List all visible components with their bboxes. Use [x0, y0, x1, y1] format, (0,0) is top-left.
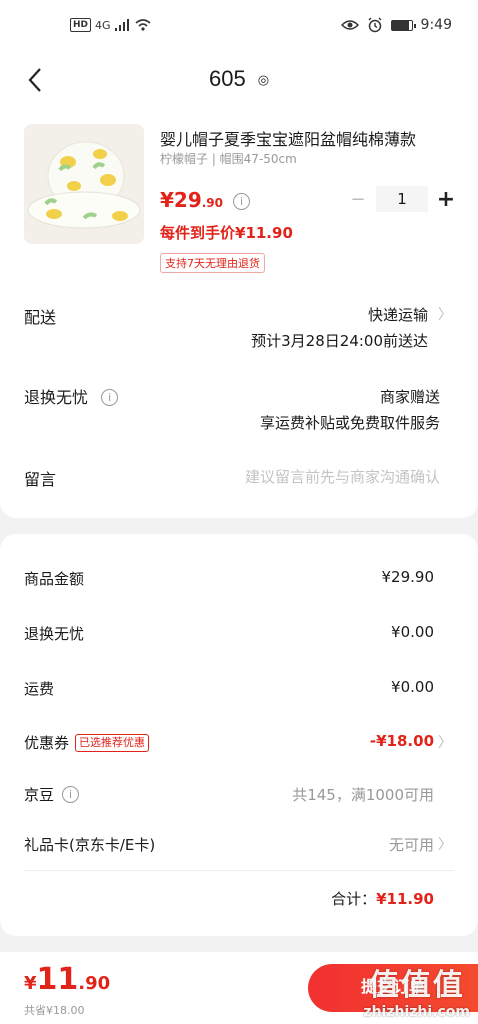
status-right: 9:49: [340, 17, 452, 33]
checkout-bar: ¥11.90 共省¥18.00 提交订单 值值值 zhizhizhi.com: [0, 952, 478, 1024]
payable-amount: ¥11.90: [24, 962, 110, 997]
plus-icon[interactable]: +: [434, 187, 458, 212]
info-icon[interactable]: i: [101, 389, 119, 406]
alarm-icon: [368, 17, 382, 33]
goods-amount-label: 商品金额: [24, 570, 85, 588]
wifi-icon: [135, 19, 151, 31]
return-policy-tag: 支持7天无理由退货: [160, 253, 265, 273]
price-integer: ¥29: [160, 188, 202, 212]
return-fee-label: 退换无忧: [24, 625, 85, 643]
delivery-eta: 预计3月28日24:00前送达: [251, 332, 428, 350]
status-time: 9:49: [420, 17, 452, 33]
return-service-text: 退换无忧: [24, 388, 89, 407]
coupon-tag: 已选推荐优惠: [75, 734, 150, 752]
jingdou-row: 京豆 i: [24, 784, 80, 805]
product-thumbnail[interactable]: [24, 124, 144, 244]
delivery-label: 配送: [24, 308, 57, 327]
quantity-input[interactable]: 1: [376, 186, 428, 212]
submit-order-button[interactable]: 提交订单: [308, 964, 478, 1012]
address-label: 605: [208, 66, 246, 91]
battery-icon: [390, 19, 416, 31]
chevron-right-icon[interactable]: 〉: [438, 732, 452, 752]
info-icon[interactable]: i: [62, 786, 80, 803]
product-spec[interactable]: 柠檬帽子 | 帽围47-50cm: [160, 150, 297, 167]
coupon-label: 优惠券: [24, 734, 70, 752]
giftcard-value[interactable]: 无可用: [389, 834, 434, 855]
total-label: 合计：: [331, 890, 377, 908]
currency-symbol: ¥: [24, 973, 37, 994]
info-icon[interactable]: i: [233, 193, 251, 210]
address-title[interactable]: 605 ◎: [0, 66, 478, 92]
jingdou-label: 京豆: [24, 786, 55, 804]
return-service-desc: 享运费补贴或免费取件服务: [259, 414, 440, 432]
jingdou-value: 共145，满1000可用: [292, 786, 434, 804]
network-label: 4G: [95, 18, 111, 32]
signal-icon: [114, 19, 129, 31]
delivery-method[interactable]: 快递运输: [368, 304, 428, 325]
total-value: ¥11.90: [376, 890, 434, 908]
return-service-label: 退换无忧 i: [24, 384, 119, 408]
product-price: ¥29.90 i: [160, 188, 251, 212]
payable-decimal: .90: [78, 973, 111, 994]
nav-bar: 605 ◎: [0, 56, 478, 102]
minus-icon[interactable]: −: [346, 189, 370, 210]
freight-value: ¥0.00: [391, 678, 434, 696]
unit-price: 每件到手价¥11.90: [160, 224, 293, 242]
price-decimal: .90: [201, 196, 224, 210]
freight-label: 运费: [24, 680, 55, 698]
product-image: [24, 124, 144, 244]
return-service-value: 商家赠送: [379, 388, 440, 406]
coupon-value[interactable]: -¥18.00: [370, 732, 434, 750]
saved-amount: 共省¥18.00: [24, 1004, 85, 1017]
product-title[interactable]: 婴儿帽子夏季宝宝遮阳盆帽纯棉薄款: [160, 126, 460, 150]
quantity-stepper: − 1 +: [346, 186, 458, 212]
goods-amount-value: ¥29.90: [381, 568, 435, 586]
price-summary-card: 商品金额 ¥29.90 退换无忧 ¥0.00 运费 ¥0.00 优惠券 已选推荐优…: [0, 534, 478, 936]
coupon-row[interactable]: 优惠券 已选推荐优惠: [24, 732, 150, 753]
chevron-right-icon[interactable]: 〉: [438, 834, 452, 854]
giftcard-label[interactable]: 礼品卡(京东卡/E卡): [24, 834, 155, 855]
order-info-card: 605 ◎ 婴儿帽子夏季宝宝遮阳盆帽纯棉薄款 柠檬帽子 | 帽围47-50cm ¥…: [0, 56, 478, 518]
message-input[interactable]: 建议留言前先与商家沟通确认: [245, 466, 440, 487]
status-left: HD 4G: [70, 18, 151, 32]
location-pin-icon: ◎: [257, 72, 270, 88]
payable-integer: 11: [36, 962, 79, 997]
total-row: 合计：¥11.90: [331, 888, 434, 909]
message-label: 留言: [24, 470, 57, 489]
status-bar: HD 4G 9:49: [0, 0, 478, 56]
divider: [24, 870, 454, 871]
chevron-right-icon[interactable]: 〉: [438, 304, 452, 324]
return-fee-value: ¥0.00: [391, 623, 434, 641]
hd-badge: HD: [70, 18, 92, 32]
eye-icon: [340, 20, 359, 30]
